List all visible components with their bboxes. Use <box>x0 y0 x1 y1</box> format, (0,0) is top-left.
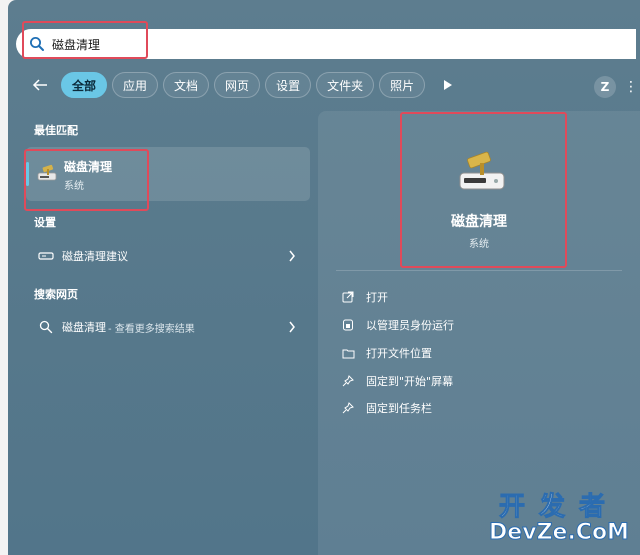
filter-chip-all[interactable]: 全部 <box>61 72 108 98</box>
action-open[interactable]: 打开 <box>338 287 388 307</box>
search-icon <box>34 320 58 334</box>
folder-icon <box>338 348 358 359</box>
disk-cleanup-icon <box>36 163 58 187</box>
action-pin-to-start[interactable]: 固定到"开始"屏幕 <box>338 371 453 391</box>
filter-chip-documents[interactable]: 文档 <box>163 72 210 98</box>
web-search-heading: 搜索网页 <box>34 288 78 301</box>
watermark-bottom: DevZe.CoM <box>489 520 630 546</box>
search-input[interactable] <box>52 32 352 56</box>
settings-result-label: 磁盘清理建议 <box>62 250 128 263</box>
action-open-label: 打开 <box>366 291 388 304</box>
web-search-query: 磁盘清理 <box>62 321 106 334</box>
action-pin-to-start-label: 固定到"开始"屏幕 <box>366 375 454 388</box>
play-icon <box>444 80 453 90</box>
best-match-result[interactable]: 磁盘清理 系统 <box>26 147 310 201</box>
chevron-right-icon <box>288 319 296 338</box>
watermark-top: 开发者 <box>498 492 619 523</box>
detail-subtitle: 系统 <box>469 239 489 250</box>
selection-accent <box>26 162 29 186</box>
avatar[interactable]: Z <box>594 76 616 98</box>
back-button[interactable] <box>26 71 54 99</box>
action-open-file-location[interactable]: 打开文件位置 <box>338 343 432 363</box>
detail-title: 磁盘清理 <box>451 214 507 230</box>
back-arrow-icon <box>32 79 47 91</box>
pin-icon <box>338 375 358 387</box>
detail-divider <box>336 270 622 271</box>
action-pin-to-taskbar[interactable]: 固定到任务栏 <box>338 398 432 418</box>
drive-icon <box>34 251 58 261</box>
filter-chip-apps[interactable]: 应用 <box>112 72 159 98</box>
settings-heading: 设置 <box>34 216 56 229</box>
action-pin-to-taskbar-label: 固定到任务栏 <box>366 402 432 415</box>
best-match-subtitle: 系统 <box>64 181 84 192</box>
search-bar[interactable] <box>16 29 636 59</box>
web-search-result[interactable]: 磁盘清理 - 查看更多搜索结果 <box>26 313 310 341</box>
best-match-heading: 最佳匹配 <box>34 124 78 137</box>
watermark: 开发者 DevZe.CoM <box>484 486 634 552</box>
action-run-as-admin-label: 以管理员身份运行 <box>366 319 454 332</box>
search-icon <box>22 29 52 59</box>
settings-result-disk-cleanup-suggestions[interactable]: 磁盘清理建议 <box>26 242 310 270</box>
shield-admin-icon <box>338 319 358 331</box>
open-external-icon <box>338 291 358 303</box>
filter-bar: 全部 应用 文档 网页 设置 文件夹 照片 <box>26 71 460 99</box>
action-open-file-location-label: 打开文件位置 <box>366 347 432 360</box>
more-filters-button[interactable] <box>436 72 460 98</box>
filter-chip-settings[interactable]: 设置 <box>265 72 312 98</box>
best-match-title: 磁盘清理 <box>64 160 113 174</box>
action-run-as-admin[interactable]: 以管理员身份运行 <box>338 315 454 335</box>
filter-chip-web[interactable]: 网页 <box>214 72 261 98</box>
detail-header: 磁盘清理 系统 <box>318 111 640 269</box>
pin-icon <box>338 402 358 414</box>
web-search-suffix: - 查看更多搜索结果 <box>108 323 195 335</box>
disk-cleanup-icon <box>456 151 508 199</box>
filter-chip-photos[interactable]: 照片 <box>379 72 426 98</box>
filter-chip-folders[interactable]: 文件夹 <box>316 72 375 98</box>
more-options-icon[interactable]: ⋮ <box>624 78 638 96</box>
chevron-right-icon <box>288 248 296 267</box>
